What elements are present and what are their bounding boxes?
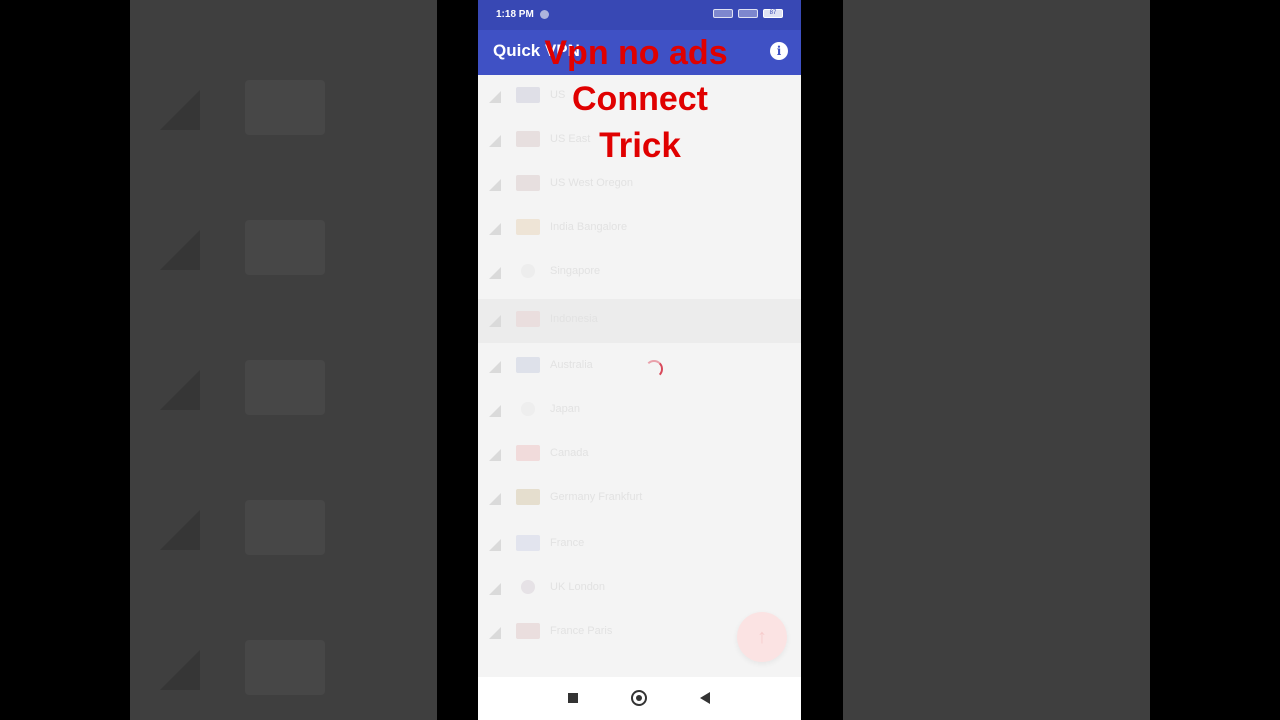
server-label: UK London [550,581,606,593]
sim-signal-icon [713,9,733,18]
overlay-caption-line2: Connect [572,80,708,118]
flag-icon [516,535,540,551]
overlay-caption-line3: Trick [599,126,681,165]
server-label: Germany Frankfurt [550,491,643,503]
signal-icon [489,493,501,505]
flag-icon [516,311,540,327]
recents-icon[interactable] [568,693,578,703]
flag-icon [521,402,535,416]
signal-icon [489,539,501,551]
server-row[interactable]: Singapore [478,251,801,295]
server-row[interactable]: UK London [478,567,801,611]
signal-icon [489,405,501,417]
back-icon[interactable] [700,692,710,704]
status-time: 1:18 PM [496,9,534,20]
server-label: US West Oregon [550,177,633,189]
server-row[interactable]: Australia [478,345,801,389]
ghost-row [130,190,437,300]
home-icon[interactable] [631,690,647,706]
signal-icon [489,449,501,461]
server-row[interactable]: Canada [478,433,801,477]
status-bar: 1:18 PM 87 [478,0,801,30]
flag-icon [516,623,540,639]
server-label: Australia [550,359,593,371]
server-row[interactable]: US West Oregon [478,163,801,207]
server-label: Japan [550,403,580,415]
signal-icon [489,627,501,639]
server-label: France Paris [550,625,613,637]
info-icon[interactable]: i [770,42,788,60]
server-row[interactable]: India Bangalore [478,207,801,251]
ghost-row [130,330,437,440]
loading-spinner-icon [645,360,663,378]
signal-icon [489,267,501,279]
server-label: Canada [550,447,589,459]
server-row-selected[interactable]: Indonesia [478,299,801,343]
signal-icon [489,179,501,191]
overlay-caption-line1: Vpn no ads [544,34,728,72]
status-icons: 87 [713,9,783,18]
signal-icon [489,315,501,327]
flag-icon [516,175,540,191]
flag-icon [516,357,540,373]
signal-icon [489,361,501,373]
ghost-row [130,50,437,160]
background-blur-left [130,0,437,720]
server-row[interactable]: Germany Frankfurt [478,477,801,521]
notification-dot-icon [540,10,549,19]
ghost-row [130,470,437,580]
background-blur-right [843,0,1150,720]
server-label: Indonesia [550,313,598,325]
server-row[interactable]: Japan [478,389,801,433]
server-row[interactable]: France [478,523,801,567]
server-label: France [550,537,585,549]
flag-icon [521,264,535,278]
flag-icon [516,489,540,505]
ghost-row [130,610,437,720]
battery-icon: 87 [763,9,783,18]
sim-signal-icon [738,9,758,18]
navigation-bar [478,677,801,720]
flag-icon [516,445,540,461]
server-label: Singapore [550,265,601,277]
server-label: India Bangalore [550,221,628,233]
flag-icon [521,580,535,594]
flag-icon [516,219,540,235]
arrow-up-icon[interactable]: ↑ [737,612,787,662]
signal-icon [489,583,501,595]
signal-icon [489,223,501,235]
